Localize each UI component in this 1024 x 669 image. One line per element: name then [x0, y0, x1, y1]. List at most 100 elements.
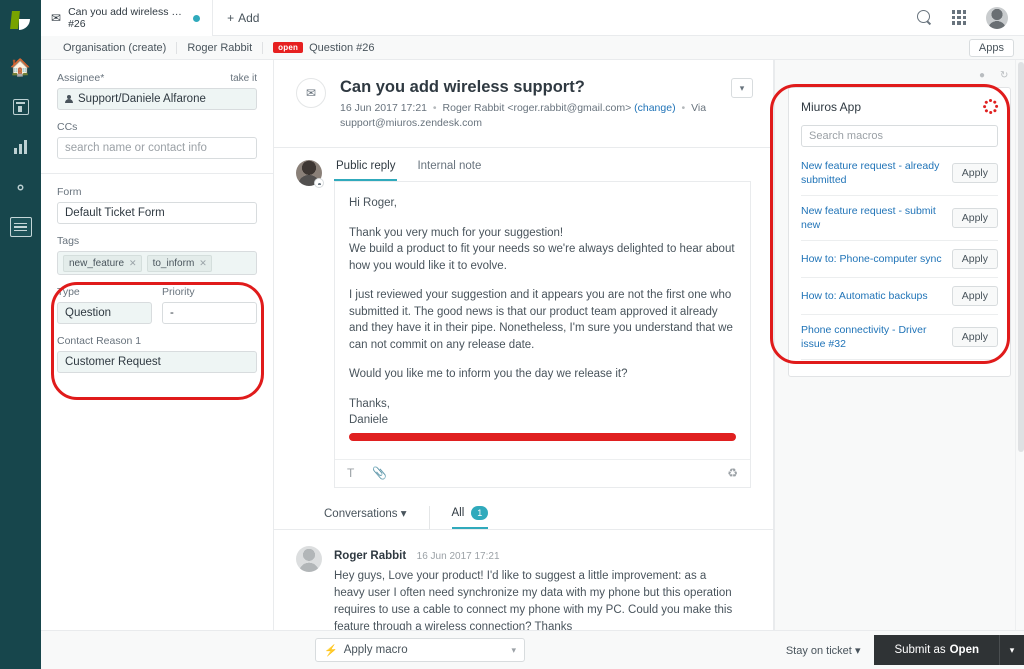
tags-field[interactable]: new_feature ✕ to_inform ✕: [57, 251, 257, 275]
contact-reason-label: Contact Reason 1: [57, 335, 142, 347]
priority-label: Priority: [162, 286, 195, 298]
tags-label: Tags: [57, 235, 80, 247]
primary-nav-rail: 🏠: [0, 0, 41, 669]
assignee-field[interactable]: Support/Daniele Alfarone: [57, 88, 257, 110]
type-group: Type Question: [57, 286, 152, 324]
zendesk-logo-icon: [9, 9, 33, 33]
editor-toolbar: T 📎 ♻: [335, 458, 750, 487]
cc-toggle-icon[interactable]: ♻: [727, 466, 738, 480]
take-it-link[interactable]: take it: [230, 73, 257, 84]
message-body: Hey guys, Love your product! I'd like to…: [334, 569, 733, 631]
macro-row: Phone connectivity - Driver issue #32 Ap…: [801, 315, 998, 360]
apps-scrollbar[interactable]: [1015, 60, 1024, 630]
ticket-content: ✉ Can you add wireless support? 16 Jun 2…: [274, 60, 774, 630]
stay-on-ticket-dropdown[interactable]: Stay on ticket ▾: [786, 644, 861, 657]
conversations-selector[interactable]: Conversations ▾: [324, 505, 430, 529]
stay-on-ticket-label: Stay on ticket: [785, 644, 852, 657]
unsaved-indicator-dot: [193, 14, 201, 22]
submit-options-button[interactable]: ▾: [1000, 635, 1024, 665]
macro-label[interactable]: New feature request - already submitted: [801, 159, 944, 187]
chevron-down-icon: ▾: [854, 644, 861, 657]
tab-public-reply[interactable]: Public reply: [334, 160, 398, 181]
nav-reporting-button[interactable]: [0, 127, 41, 167]
meta-sep: •: [681, 102, 686, 114]
nav-admin-button[interactable]: [0, 167, 41, 207]
breadcrumb-organisation[interactable]: Organisation (create): [53, 41, 178, 54]
chevron-down-icon: ▾: [400, 507, 407, 520]
apply-macro-button[interactable]: Apply: [951, 208, 998, 228]
macro-row: New feature request - submit new Apply: [801, 196, 998, 241]
apply-macro-button[interactable]: Apply: [951, 249, 998, 269]
conversation-message: Roger Rabbit 16 Jun 2017 17:21 Hey guys,…: [274, 529, 773, 631]
zendesk-agent-window: 🏠 ✉ Can you add wireless suppo: [0, 0, 1024, 669]
submit-button[interactable]: Submit as Open: [874, 635, 1000, 665]
message-author: Roger Rabbit: [334, 549, 407, 562]
priority-select[interactable]: -: [162, 302, 257, 324]
reply-paragraph: Thanks, Daniele: [349, 397, 390, 427]
tag-pill[interactable]: to_inform ✕: [146, 254, 212, 272]
conversations-label: Conversations: [324, 507, 398, 520]
reply-paragraph: Hi Roger,: [349, 197, 397, 209]
ticket-body: Assignee* take it Support/Daniele Alfaro…: [41, 60, 1024, 630]
breadcrumb-requester[interactable]: Roger Rabbit: [177, 41, 264, 54]
user-avatar[interactable]: [986, 6, 1008, 29]
mail-icon: ✉: [51, 11, 62, 25]
ccs-label: CCs: [57, 121, 78, 133]
ticket-options-button[interactable]: ▾: [731, 78, 753, 98]
apply-macro-button[interactable]: Apply: [951, 163, 998, 183]
macro-label[interactable]: Phone connectivity - Driver issue #32: [801, 323, 944, 351]
tab-internal-note[interactable]: Internal note: [415, 160, 483, 181]
nav-views-button[interactable]: [0, 87, 41, 127]
apps-button[interactable]: Apps: [968, 38, 1014, 57]
apply-macro-button[interactable]: Apply: [951, 327, 998, 347]
plus-icon: +: [227, 10, 235, 25]
add-label: Add: [238, 10, 260, 25]
ccs-input[interactable]: search name or contact info: [57, 137, 257, 159]
ticket-properties-panel: Assignee* take it Support/Daniele Alfaro…: [41, 60, 274, 630]
apps-grid-icon[interactable]: [951, 10, 966, 25]
meta-sep: •: [432, 102, 437, 114]
conversations-all-tab[interactable]: All 1: [451, 505, 489, 529]
nav-home-button[interactable]: 🏠: [0, 47, 41, 87]
conversations-bar: Conversations ▾ All 1: [274, 487, 773, 530]
nav-more-button[interactable]: [0, 207, 41, 247]
macro-label[interactable]: How to: Phone-computer sync: [801, 252, 944, 266]
app-title: Miuros App: [801, 99, 862, 114]
tag-label: new_feature: [69, 257, 125, 269]
bar-chart-icon: [14, 140, 27, 154]
apply-macro-button[interactable]: Apply: [951, 286, 998, 306]
app-card-header: Miuros App: [801, 99, 998, 114]
ticket-tab-title: Can you add wireless suppo...: [68, 6, 186, 18]
status-badge: open: [273, 41, 304, 54]
collapse-apps-icon[interactable]: ●: [979, 70, 990, 81]
remove-tag-icon[interactable]: ✕: [199, 258, 207, 269]
attachment-icon[interactable]: 📎: [372, 466, 387, 480]
remove-tag-icon[interactable]: ✕: [129, 258, 137, 269]
apply-macro-dropdown[interactable]: ⚡ Apply macro ▾: [315, 638, 525, 662]
breadcrumb-current[interactable]: open Question #26: [263, 42, 384, 54]
ticket-via-address: support@miuros.zendesk.com: [340, 117, 482, 129]
ticket-tab[interactable]: ✉ Can you add wireless suppo... #26: [41, 0, 214, 36]
contact-reason-select[interactable]: Customer Request: [57, 351, 257, 373]
macro-label[interactable]: How to: Automatic backups: [801, 289, 944, 303]
add-tab-button[interactable]: + Add: [213, 0, 273, 35]
home-icon: 🏠: [9, 57, 32, 77]
contact-reason-group: Contact Reason 1 Customer Request: [57, 335, 257, 373]
type-select[interactable]: Question: [57, 302, 152, 324]
ticket-tab-number: #26: [68, 18, 86, 30]
refresh-apps-icon[interactable]: ↻: [1000, 70, 1011, 81]
change-requester-link[interactable]: (change): [634, 102, 675, 114]
text-format-icon[interactable]: T: [347, 466, 354, 480]
tag-pill[interactable]: new_feature ✕: [63, 254, 142, 272]
macro-label[interactable]: New feature request - submit new: [801, 204, 944, 232]
form-select[interactable]: Default Ticket Form: [57, 202, 257, 224]
reply-body[interactable]: Hi Roger, Thank you very much for your s…: [335, 182, 750, 459]
search-icon[interactable]: [916, 10, 932, 25]
ticket-scroll-area: ✉ Can you add wireless support? 16 Jun 2…: [274, 60, 774, 630]
macro-search-input[interactable]: Search macros: [801, 125, 998, 147]
reply-editor[interactable]: Hi Roger, Thank you very much for your s…: [334, 182, 751, 488]
priority-group: Priority -: [162, 286, 257, 324]
tag-label: to_inform: [152, 257, 195, 269]
scrollbar-thumb[interactable]: [1017, 62, 1024, 452]
